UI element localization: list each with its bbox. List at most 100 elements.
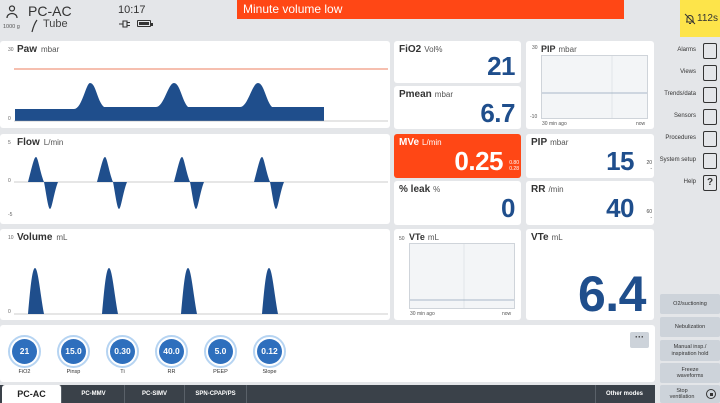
setting-name: Pinsp xyxy=(66,369,81,375)
sidebar-item-label: Views xyxy=(680,69,696,75)
plug-icon xyxy=(119,20,130,28)
battery-icon xyxy=(137,20,153,27)
sidebar-item-views[interactable]: Views xyxy=(655,63,720,85)
sidebar-item-sensors[interactable]: Sensors xyxy=(655,107,720,129)
alarm-message[interactable]: Minute volume low xyxy=(237,0,624,19)
mve-numeric[interactable]: MVe L/min 0.25 0.80 0.28 xyxy=(394,134,521,178)
rr-unit: /min xyxy=(548,185,564,194)
vte-trend-unit: mL xyxy=(427,233,439,242)
sidebar-item-trends[interactable]: Trends/data xyxy=(655,85,720,107)
paw-waveform xyxy=(14,68,388,122)
rr-numeric[interactable]: RR/min 40 60- xyxy=(526,181,654,225)
pmean-value: 6.7 xyxy=(480,98,515,128)
setting-value: 5.0 xyxy=(208,339,233,364)
vte-trend-panel[interactable]: VTe mL 50 30 min ago now xyxy=(394,229,521,320)
leak-label: % leak xyxy=(399,184,431,195)
flow-tick-zero: 0 xyxy=(8,178,11,184)
setting-knob-slope[interactable]: 0.12 Slope xyxy=(253,335,293,375)
setting-knob-pinsp[interactable]: 15.0 Pinsp xyxy=(57,335,97,375)
vte-trend-ytop: 50 xyxy=(399,236,405,242)
pip-value: 15 xyxy=(606,146,634,176)
setting-name: Slope xyxy=(262,369,277,375)
system-setup-icon xyxy=(703,153,717,169)
stop-ventilation-button[interactable]: Stop ventilation xyxy=(660,385,720,403)
mve-limit-low: 0.28 xyxy=(509,166,519,172)
pmean-unit: mbar xyxy=(434,90,454,99)
mve-unit: L/min xyxy=(422,138,442,147)
volume-waveform-panel[interactable]: Volume mL 10 0 xyxy=(0,229,390,320)
rr-value: 40 xyxy=(606,193,634,223)
pip-numeric[interactable]: PIP mbar 15 20- xyxy=(526,134,654,178)
sidebar-item-label: Procedures xyxy=(665,135,696,141)
flow-waveform xyxy=(14,157,388,209)
tab-spn-cpap-ps[interactable]: SPN-CPAP/PS xyxy=(185,385,247,403)
pmean-numeric[interactable]: Pmean mbar 6.7 xyxy=(394,86,521,129)
flow-waveform-panel[interactable]: Flow L/min 5 0 -5 xyxy=(0,134,390,224)
manual-inspiration-button[interactable]: Manual insp./inspiration hold xyxy=(660,340,720,361)
setting-name: Ti xyxy=(120,369,125,375)
sidebar-item-procedures[interactable]: Procedures xyxy=(655,129,720,151)
setting-name: FiO2 xyxy=(18,369,31,375)
vte-value: 6.4 xyxy=(577,266,647,322)
pip-unit: mbar xyxy=(550,138,569,147)
mve-value: 0.25 xyxy=(454,146,503,176)
paw-tick-top: 30 xyxy=(8,47,14,53)
setting-knob-fio2[interactable]: 21 FiO2 xyxy=(8,335,48,375)
tab-pc-simv[interactable]: PC-SIMV xyxy=(125,385,185,403)
vte-trend-plot xyxy=(409,243,515,309)
views-icon xyxy=(703,65,717,81)
nebulization-button[interactable]: Nebulization xyxy=(660,317,720,337)
o2-suctioning-button[interactable]: O2/suctioning xyxy=(660,294,720,314)
bell-off-icon xyxy=(684,13,696,25)
mve-label: MVe xyxy=(399,137,420,148)
patient-weight: 1000 g xyxy=(3,24,20,30)
leak-numeric[interactable]: % leak% 0 xyxy=(394,181,521,225)
sidebar-item-label: Sensors xyxy=(673,113,696,119)
rr-label: RR xyxy=(531,184,546,195)
tab-pc-ac[interactable]: PC-AC xyxy=(2,385,62,403)
fio2-numeric[interactable]: FiO2 Vol% 21 xyxy=(394,41,521,83)
setting-knob-ti[interactable]: 0.30 Ti xyxy=(106,335,146,375)
vte-trend-xleft: 30 min ago xyxy=(410,311,435,317)
pip-label: PIP xyxy=(531,137,548,148)
setting-value: 21 xyxy=(12,339,37,364)
sidebar-item-help[interactable]: Help ? xyxy=(655,173,720,195)
volume-tick-zero: 0 xyxy=(8,309,11,315)
pip-trend-ytop: 30 xyxy=(532,45,538,51)
sidebar-item-system-setup[interactable]: System setup xyxy=(655,151,720,173)
help-icon: ? xyxy=(703,175,717,191)
pmean-label: Pmean xyxy=(399,89,432,100)
vte-unit: mL xyxy=(551,233,563,242)
more-settings-button[interactable]: ··· xyxy=(630,332,649,348)
alarm-silence-button[interactable]: 112s xyxy=(680,0,720,37)
sidebar-item-alarms[interactable]: Alarms xyxy=(655,41,720,63)
setting-value: 40.0 xyxy=(159,339,184,364)
sidebar-item-label: Help xyxy=(683,179,696,185)
pip-trend-panel[interactable]: PIP mbar 30 -10 30 min ago now xyxy=(526,41,654,129)
airway-type[interactable]: Tube xyxy=(43,18,68,30)
vte-numeric[interactable]: VTe mL 6.4 xyxy=(526,229,654,322)
setting-value: 0.12 xyxy=(257,339,282,364)
setting-value: 0.30 xyxy=(110,339,135,364)
freeze-waveforms-button[interactable]: Freeze waveforms xyxy=(660,363,720,383)
paw-waveform-panel[interactable]: Paw mbar 30 0 xyxy=(0,41,390,128)
fio2-label: FiO2 xyxy=(399,44,422,55)
trends-icon xyxy=(703,87,717,103)
ventilation-mode[interactable]: PC-AC xyxy=(28,3,72,19)
setting-name: PEEP xyxy=(213,369,228,375)
rr-limit-low: - xyxy=(650,215,652,221)
other-modes-button[interactable]: Other modes xyxy=(595,385,653,403)
stop-icon xyxy=(706,389,716,399)
vte-label: VTe xyxy=(531,232,549,243)
flow-tick-top: 5 xyxy=(8,140,11,146)
alarm-settings-icon xyxy=(703,43,717,59)
pip-trend-title: PIP xyxy=(541,44,556,54)
tab-pc-mmv[interactable]: PC-MMV xyxy=(63,385,125,403)
setting-knob-rr[interactable]: 40.0 RR xyxy=(155,335,195,375)
leak-value: 0 xyxy=(501,193,515,223)
top-bar: 1000 g PC-AC Tube 10:17 Minute volume lo… xyxy=(0,0,720,38)
setting-knob-peep[interactable]: 5.0 PEEP xyxy=(204,335,244,375)
setting-name: RR xyxy=(167,369,176,375)
tube-icon xyxy=(31,19,38,33)
volume-waveform xyxy=(14,268,388,315)
